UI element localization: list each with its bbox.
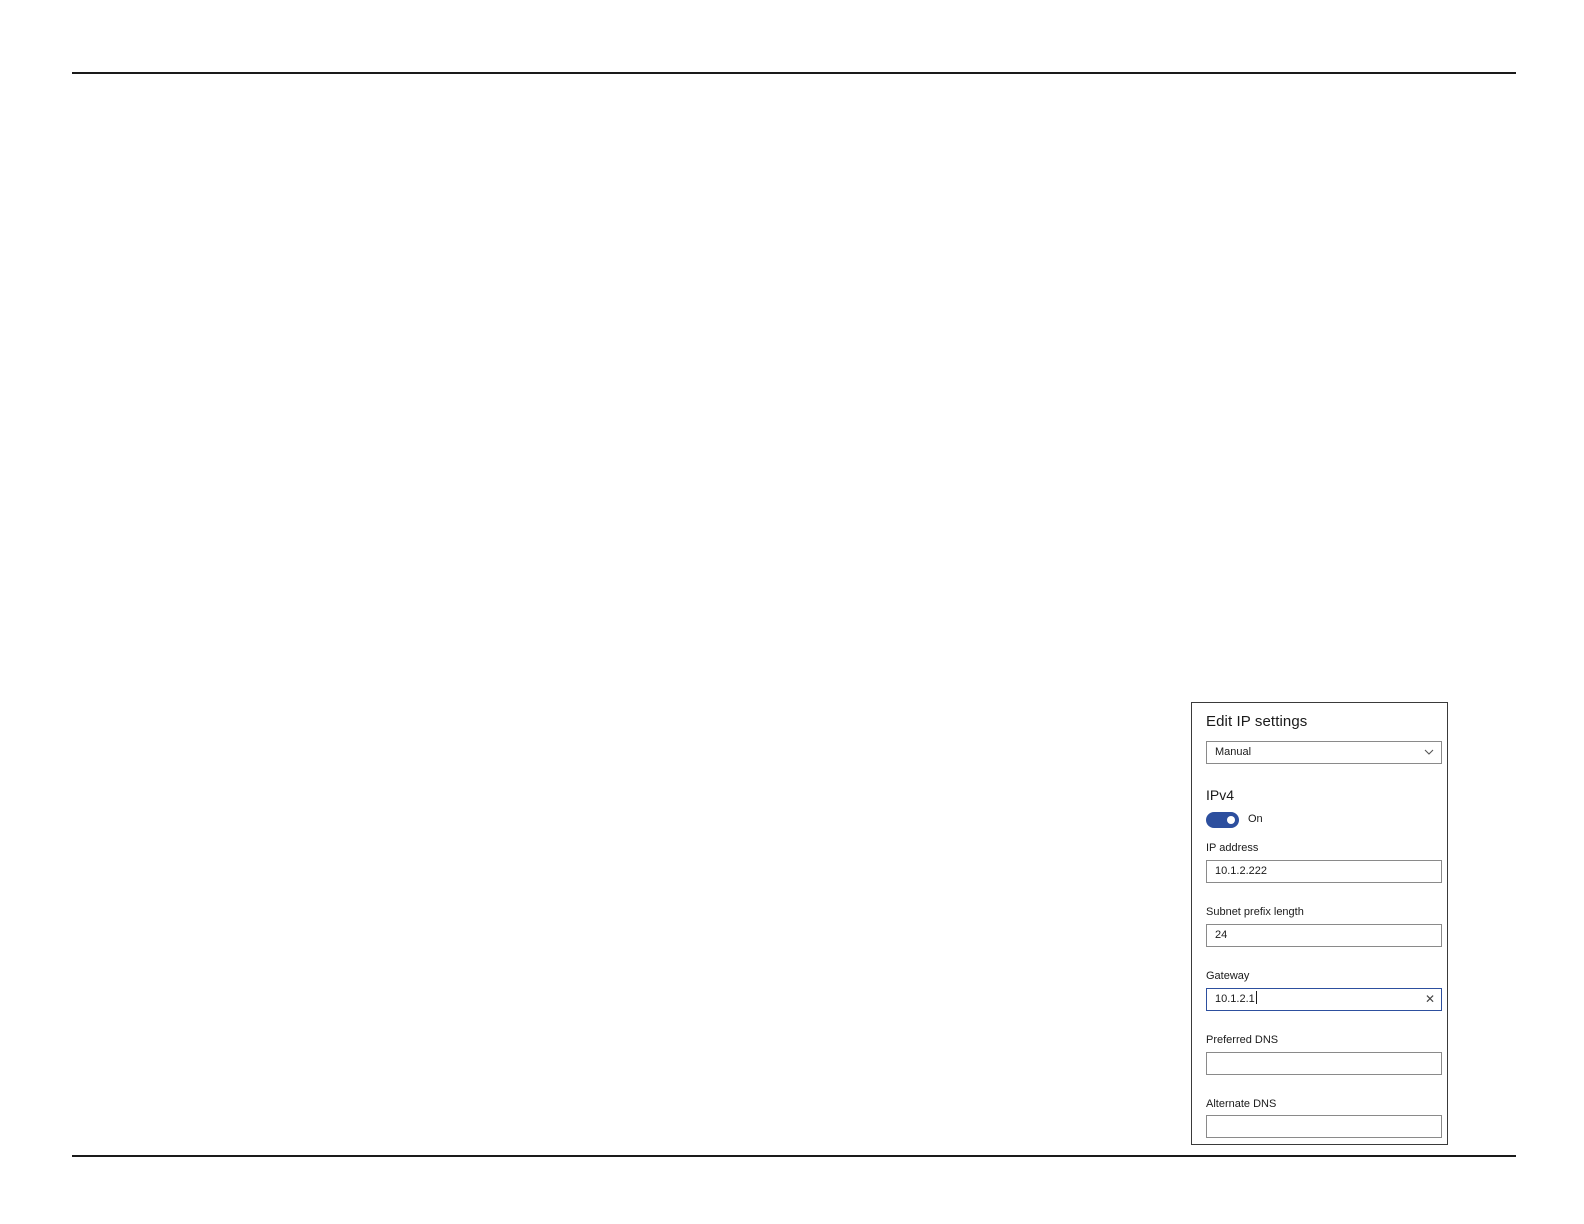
alternate-dns-label: Alternate DNS bbox=[1206, 1098, 1277, 1110]
bottom-divider bbox=[72, 1155, 1516, 1157]
ip-mode-select-value: Manual bbox=[1215, 746, 1252, 758]
toggle-knob bbox=[1227, 816, 1235, 824]
gateway-label: Gateway bbox=[1206, 970, 1250, 982]
ip-mode-select[interactable]: Manual bbox=[1206, 741, 1442, 764]
subnet-prefix-length-field[interactable]: 24 bbox=[1206, 924, 1442, 947]
close-icon[interactable]: ✕ bbox=[1423, 989, 1437, 1009]
subnet-prefix-length-value: 24 bbox=[1215, 929, 1228, 941]
subnet-prefix-length-label: Subnet prefix length bbox=[1206, 906, 1304, 918]
text-caret bbox=[1255, 991, 1257, 1004]
gateway-field[interactable]: 10.1.2.1 ✕ bbox=[1206, 988, 1442, 1011]
chevron-down-icon bbox=[1423, 742, 1435, 762]
ipv4-toggle-label: On bbox=[1248, 813, 1263, 825]
ip-address-field[interactable]: 10.1.2.222 bbox=[1206, 860, 1442, 883]
ipv4-heading: IPv4 bbox=[1206, 787, 1235, 803]
edit-ip-settings-dialog: Edit IP settings Manual IPv4 On IP addre… bbox=[1191, 702, 1448, 1145]
document-page: Edit IP settings Manual IPv4 On IP addre… bbox=[0, 0, 1584, 1224]
ipv4-toggle[interactable] bbox=[1206, 812, 1239, 828]
dialog-title: Edit IP settings bbox=[1206, 713, 1308, 730]
top-divider bbox=[72, 72, 1516, 74]
ip-address-value: 10.1.2.222 bbox=[1215, 865, 1267, 877]
preferred-dns-field[interactable] bbox=[1206, 1052, 1442, 1075]
ip-address-label: IP address bbox=[1206, 842, 1259, 854]
alternate-dns-field[interactable] bbox=[1206, 1115, 1442, 1138]
preferred-dns-label: Preferred DNS bbox=[1206, 1034, 1279, 1046]
gateway-value: 10.1.2.1 bbox=[1215, 993, 1255, 1005]
